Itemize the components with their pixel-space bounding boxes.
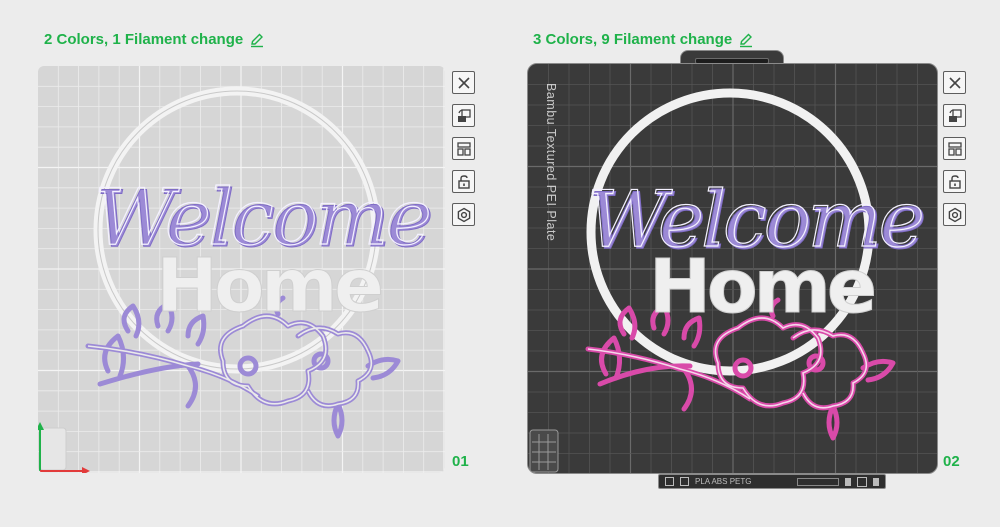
settings-icon[interactable]: [943, 203, 966, 226]
plate-2-model[interactable]: Home Welcome Welcome: [528, 64, 938, 474]
arrange-icon[interactable]: [452, 137, 475, 160]
plate-2-bottom-strip: PLA ABS PETG: [658, 474, 886, 489]
lock-icon[interactable]: [943, 170, 966, 193]
close-icon[interactable]: [452, 71, 475, 94]
auto-orient-icon[interactable]: [452, 104, 475, 127]
plate-1-title: 2 Colors, 1 Filament change: [44, 31, 265, 48]
plate-2-corner-swatch: [529, 429, 559, 473]
plate-1-model[interactable]: Home Welcome Welcome: [38, 66, 445, 473]
plate-1-title-text: 2 Colors, 1 Filament change: [44, 31, 244, 48]
lock-icon[interactable]: [452, 170, 475, 193]
plate-2-toolbar: [943, 71, 966, 226]
plate-type-label: Bambu Textured PEI Plate: [544, 83, 558, 242]
plate-2-title-text: 3 Colors, 9 Filament change: [533, 31, 733, 48]
build-plate-1[interactable]: Home Welcome Welcome: [38, 66, 445, 473]
plate-1-toolbar: [452, 71, 475, 226]
build-plate-2[interactable]: Home Welcome Welcome: [527, 63, 938, 474]
plate-2-number: 02: [943, 453, 960, 470]
model-text-welcome-highlight: Welcome: [94, 173, 429, 263]
model-text-welcome-highlight: Welcome: [587, 175, 922, 265]
plate-2-title: 3 Colors, 9 Filament change: [533, 31, 754, 48]
settings-icon[interactable]: [452, 203, 475, 226]
plate-1-number: 01: [452, 453, 469, 470]
edit-plate-name-icon[interactable]: [249, 32, 265, 48]
auto-orient-icon[interactable]: [943, 104, 966, 127]
arrange-icon[interactable]: [943, 137, 966, 160]
plate-2-bottom-strip-text: PLA ABS PETG: [695, 477, 752, 486]
close-icon[interactable]: [943, 71, 966, 94]
axis-gizmo: [38, 422, 90, 473]
edit-plate-name-icon[interactable]: [738, 32, 754, 48]
